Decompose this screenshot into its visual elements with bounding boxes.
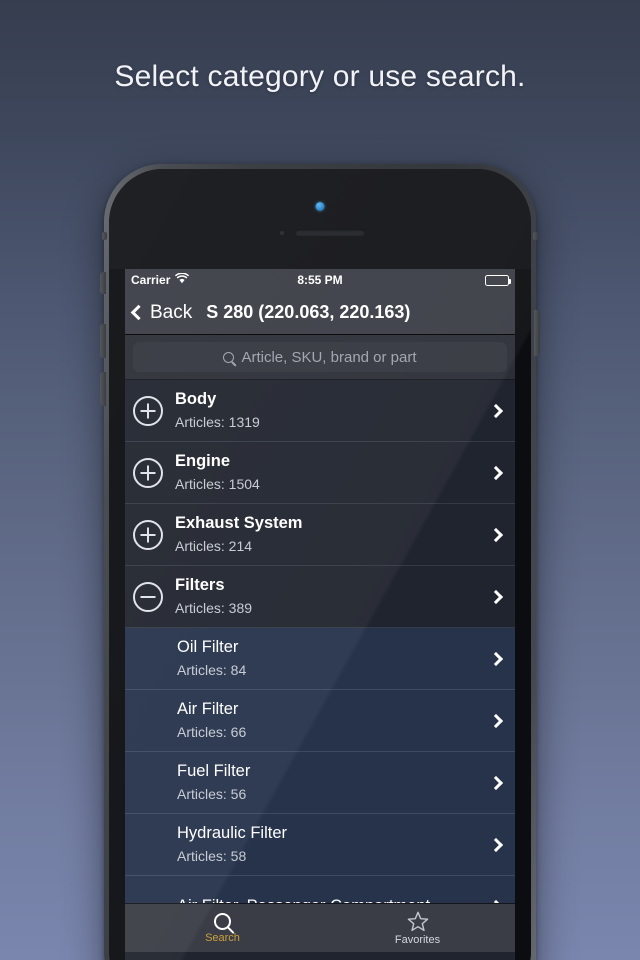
app-screen: Carrier 8:55 PM Back S 280 (220.063, 220… [125,269,515,960]
phone-device-frame: Carrier 8:55 PM Back S 280 (220.063, 220… [104,164,536,960]
left-bezel-marker [102,232,107,240]
star-icon [407,911,429,932]
back-button-label: Back [150,301,193,323]
list-item[interactable]: Air Filter, Passenger Compartment [125,876,515,903]
volume-up-button[interactable] [100,324,106,358]
search-placeholder: Article, SKU, brand or part [241,348,417,366]
chevron-right-icon [488,527,504,542]
tab-favorites[interactable]: Favorites [320,904,515,952]
list-item-texts: Fuel Filter Articles: 56 [177,760,483,805]
search-input[interactable]: Article, SKU, brand or part [133,342,507,372]
list-item-title: Body [175,390,217,409]
search-icon [223,351,235,363]
navigation-bar: Back S 280 (220.063, 220.163) [125,291,515,335]
back-button[interactable]: Back [130,301,193,324]
list-item-title: Air Filter [177,700,239,719]
list-item-article-count: Articles: 214 [175,538,253,555]
page-title: S 280 (220.063, 220.163) [206,302,411,322]
list-item-article-count: Articles: 1319 [175,414,260,431]
tab-bar: Search Favorites [125,903,515,952]
search-icon [214,912,231,930]
plus-circle-icon[interactable] [133,519,163,550]
power-button[interactable] [534,310,540,356]
chevron-right-icon [488,465,504,480]
list-item-texts: Engine Articles: 1504 [175,450,483,495]
list-item-title: Fuel Filter [177,762,251,781]
list-item[interactable]: Oil Filter Articles: 84 [125,628,515,690]
list-item[interactable]: Hydraulic Filter Articles: 58 [125,814,515,876]
right-bezel-marker [533,232,538,240]
list-item-article-count: Articles: 56 [177,786,247,803]
list-item[interactable]: Engine Articles: 1504 [125,442,515,504]
list-item-article-count: Articles: 66 [177,724,247,741]
chevron-right-icon [488,403,504,418]
list-item[interactable]: Exhaust System Articles: 214 [125,504,515,566]
list-item-texts: Oil Filter Articles: 84 [177,636,483,681]
status-bar: Carrier 8:55 PM [125,269,515,291]
list-item[interactable]: Fuel Filter Articles: 56 [125,752,515,814]
category-list[interactable]: Body Articles: 1319 Engine Articles: 150… [125,380,515,903]
list-item-texts: Air Filter Articles: 66 [177,698,483,743]
front-camera-icon [315,202,325,211]
list-item-title: Exhaust System [175,514,303,533]
tab-search[interactable]: Search [125,904,320,952]
list-item-title: Engine [175,452,231,471]
list-item-article-count: Articles: 389 [175,600,253,617]
list-item[interactable]: Body Articles: 1319 [125,380,515,442]
list-item-article-count: Articles: 84 [177,662,247,679]
chevron-right-icon [488,899,504,903]
chevron-right-icon [488,837,504,852]
list-item-title: Filters [175,576,225,595]
chevron-right-icon [488,775,504,790]
list-item-title: Oil Filter [177,638,239,657]
chevron-right-icon [488,589,504,604]
chevron-right-icon [488,713,504,728]
list-item-texts: Filters Articles: 389 [175,574,483,619]
tab-favorites-label: Favorites [394,933,441,946]
phone-screen-glass: Carrier 8:55 PM Back S 280 (220.063, 220… [109,169,531,960]
list-item[interactable]: Filters Articles: 389 [125,566,515,628]
plus-circle-icon[interactable] [133,395,163,426]
list-item-title: Hydraulic Filter [177,824,288,843]
status-bar-right [485,274,511,286]
proximity-sensor-icon [280,231,284,235]
list-item-texts: Hydraulic Filter Articles: 58 [177,822,483,867]
minus-circle-icon[interactable] [133,581,163,612]
search-bar-container: Article, SKU, brand or part [125,335,515,380]
chevron-left-icon [130,304,147,321]
volume-down-button[interactable] [100,372,106,406]
tab-search-label: Search [205,931,240,944]
screenshot-canvas: Select category or use search. Carrier 8… [0,0,640,960]
list-item-title: Air Filter, Passenger Compartment [177,895,483,903]
list-item-texts: Body Articles: 1319 [175,388,483,433]
mute-switch-button[interactable] [100,272,106,294]
list-item-texts: Exhaust System Articles: 214 [175,512,483,557]
list-item[interactable]: Air Filter Articles: 66 [125,690,515,752]
list-item-article-count: Articles: 1504 [175,476,260,493]
list-item-texts: Air Filter, Passenger Compartment [177,895,483,903]
plus-circle-icon[interactable] [133,457,163,488]
device-top-sensor-area [109,169,531,269]
list-item-article-count: Articles: 58 [177,848,247,865]
battery-full-icon [485,274,511,286]
chevron-right-icon [488,651,504,666]
marketing-tagline: Select category or use search. [114,60,526,93]
status-bar-time: 8:55 PM [297,273,343,287]
earpiece-speaker-icon [295,229,365,236]
